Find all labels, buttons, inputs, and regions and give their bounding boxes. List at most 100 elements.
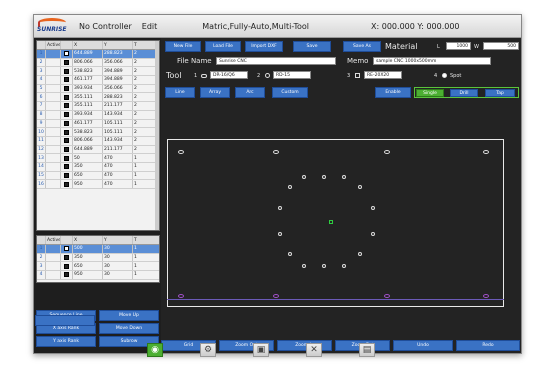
table-row[interactable]: 9 461.177 105.111 2	[37, 119, 159, 129]
table-row[interactable]: 14 350 470 1	[37, 162, 159, 172]
hole-marker[interactable]	[288, 185, 292, 189]
table-row[interactable]: 11 806.066 143.934 2	[37, 136, 159, 146]
active-checkbox[interactable]	[64, 112, 69, 118]
title-bar: SUNRISE No Controller Edit Matric,Fully-…	[34, 15, 521, 38]
save-button[interactable]: Save	[293, 41, 331, 52]
cnc-icon[interactable]: ◉	[147, 343, 163, 357]
edge-hole-marker[interactable]	[178, 294, 184, 298]
single-op-button[interactable]: Single	[416, 89, 444, 97]
y-axis-rank-left-button[interactable]	[35, 315, 95, 326]
active-checkbox[interactable]	[64, 172, 69, 178]
tool-2-input[interactable]: RD-15	[273, 71, 311, 79]
tool-4-radio[interactable]	[442, 73, 447, 78]
hole-marker[interactable]	[483, 150, 489, 154]
table-row[interactable]: 3 650 30 1	[37, 262, 159, 272]
hole-marker[interactable]	[302, 175, 306, 179]
active-checkbox[interactable]	[64, 60, 69, 66]
table-row[interactable]: 2 806.066 356.066 2	[37, 58, 159, 68]
import-dxf-button[interactable]: Import DXF	[245, 41, 283, 52]
tool-3-radio[interactable]	[355, 73, 360, 78]
drill-op-button[interactable]: Drill	[450, 89, 478, 97]
hole-marker[interactable]	[371, 206, 375, 210]
hole-marker[interactable]	[384, 150, 390, 154]
active-checkbox[interactable]	[64, 164, 69, 170]
active-checkbox[interactable]	[64, 272, 69, 278]
tool-1-input[interactable]: DR-16/Q6	[210, 71, 248, 79]
active-checkbox[interactable]	[64, 86, 69, 92]
upper-table-scrollbar[interactable]	[155, 41, 159, 230]
hole-marker[interactable]	[342, 264, 346, 268]
table-row[interactable]: 13 50 470 1	[37, 154, 159, 163]
hole-marker[interactable]	[322, 264, 326, 268]
table-row[interactable]: 4 461.177 394.889 2	[37, 76, 159, 85]
gear-icon[interactable]: ⚙	[200, 343, 216, 357]
table-row[interactable]: 7 355.111 211.177 2	[37, 102, 159, 111]
table-row[interactable]: 8 393.934 143.934 2	[37, 110, 159, 120]
hole-marker[interactable]	[178, 150, 184, 154]
memo-input[interactable]: sample CNC 1000x500mm	[373, 57, 491, 65]
active-checkbox[interactable]	[64, 103, 69, 109]
tool-1-radio[interactable]	[201, 74, 207, 78]
table-row[interactable]: 4 950 30 1	[37, 271, 159, 280]
active-checkbox[interactable]	[64, 120, 69, 126]
table-row[interactable]: 1 500 30 1	[37, 245, 159, 254]
upper-point-table[interactable]: Active X Y T 1 644.889 288.823 2 2 806.066 356…	[36, 40, 160, 231]
hole-marker[interactable]	[278, 206, 282, 210]
custom-mode-button[interactable]: Custom	[272, 87, 308, 98]
hole-marker[interactable]	[358, 185, 362, 189]
file-name-input[interactable]: Sunrise CNC	[216, 57, 336, 65]
active-checkbox[interactable]	[64, 255, 69, 261]
new-file-button[interactable]: New File	[165, 41, 201, 52]
table-row[interactable]: 16 950 470 1	[37, 180, 159, 189]
table-row[interactable]: 1 644.889 288.823 2	[37, 50, 159, 59]
table-row[interactable]: 5 393.934 356.066 2	[37, 84, 159, 94]
table-row[interactable]: 3 538.823 394.889 2	[37, 67, 159, 77]
hole-marker[interactable]	[342, 175, 346, 179]
move-up-button[interactable]: Move Up	[99, 310, 159, 321]
active-checkbox[interactable]	[64, 246, 69, 252]
table-row[interactable]: 15 650 470 1	[37, 171, 159, 181]
book-icon[interactable]: ▤	[359, 343, 375, 357]
table-row[interactable]: 2 350 30 1	[37, 253, 159, 263]
tool-3-input[interactable]: RE-20X20	[364, 71, 402, 79]
table-row[interactable]: 10 538.823 105.111 2	[37, 128, 159, 137]
active-checkbox[interactable]	[64, 51, 69, 57]
hole-marker[interactable]	[358, 252, 362, 256]
table-row[interactable]: 6 355.111 288.823 2	[37, 93, 159, 103]
table-row[interactable]: 12 644.889 211.177 2	[37, 145, 159, 155]
hole-marker[interactable]	[278, 232, 282, 236]
tools-icon[interactable]: ✕	[306, 343, 322, 357]
active-checkbox[interactable]	[64, 263, 69, 269]
edge-hole-marker[interactable]	[384, 294, 390, 298]
enable-button[interactable]: Enable	[375, 87, 411, 98]
line-mode-button[interactable]: Line	[165, 87, 195, 98]
active-checkbox[interactable]	[64, 129, 69, 135]
tap-op-button[interactable]: Tap	[485, 89, 515, 97]
drawing-canvas[interactable]	[167, 139, 504, 307]
hole-marker[interactable]	[322, 175, 326, 179]
save-as-button[interactable]: Save As	[343, 41, 381, 52]
edge-hole-marker[interactable]	[483, 294, 489, 298]
tool-2-radio[interactable]	[265, 73, 270, 78]
active-checkbox[interactable]	[64, 155, 69, 161]
hole-marker[interactable]	[273, 150, 279, 154]
active-checkbox[interactable]	[64, 181, 69, 187]
edit-menu[interactable]: Edit	[142, 22, 158, 31]
move-down-button[interactable]: Move Down	[99, 323, 159, 334]
hole-marker[interactable]	[302, 264, 306, 268]
hole-marker[interactable]	[371, 232, 375, 236]
arc-mode-button[interactable]: Arc	[235, 87, 265, 98]
edge-hole-marker[interactable]	[273, 294, 279, 298]
load-file-button[interactable]: Load File	[205, 41, 241, 52]
active-checkbox[interactable]	[64, 94, 69, 100]
active-checkbox[interactable]	[64, 68, 69, 74]
lower-point-table[interactable]: Active X Y T 1 500 30 1 2 350 30 1 3 650 30 1 4 950 30…	[36, 235, 160, 283]
active-checkbox[interactable]	[64, 146, 69, 152]
length-input[interactable]: 1000	[446, 42, 471, 50]
width-input[interactable]: 500	[483, 42, 519, 50]
disk-icon[interactable]: ▣	[253, 343, 269, 357]
active-checkbox[interactable]	[64, 138, 69, 144]
hole-marker[interactable]	[288, 252, 292, 256]
active-checkbox[interactable]	[64, 77, 69, 83]
array-mode-button[interactable]: Array	[200, 87, 230, 98]
